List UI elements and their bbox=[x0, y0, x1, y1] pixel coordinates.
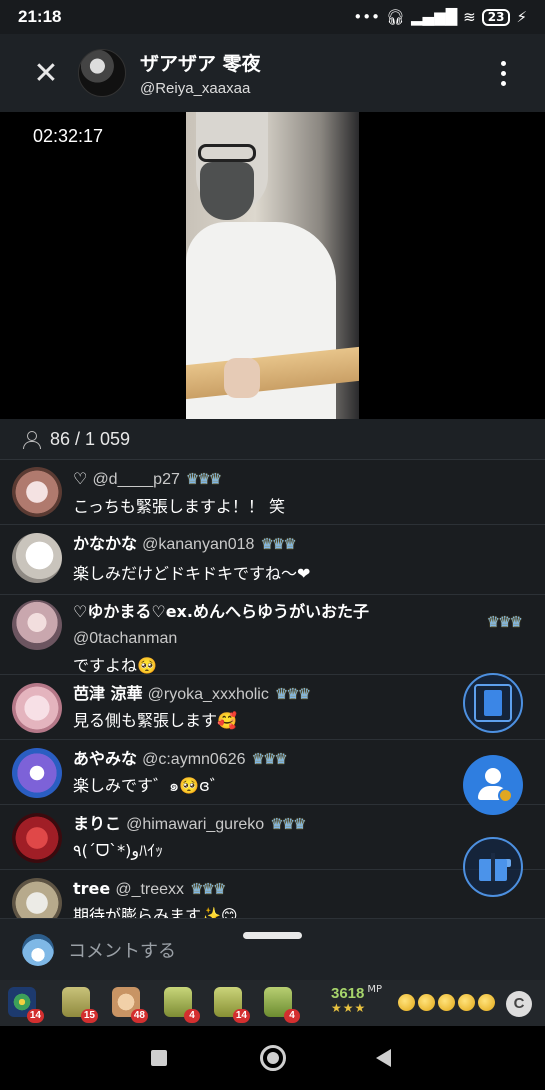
comment-name: ♡ゆかまる♡ex.めんへらゆうがいおた子 bbox=[73, 602, 369, 621]
status-time: 21:18 bbox=[18, 7, 62, 26]
coin-icon bbox=[398, 994, 415, 1011]
comment-text: こっちも緊張しますよ！！ 笑 bbox=[73, 497, 285, 516]
comment-name: 芭津 涼華 bbox=[73, 684, 143, 703]
comment-item[interactable]: ♡ @d____p27 ♛♛♛ こっちも緊張しますよ！！ 笑 bbox=[0, 460, 545, 525]
recents-icon[interactable] bbox=[151, 1050, 167, 1066]
avatar[interactable] bbox=[12, 748, 62, 798]
home-icon[interactable] bbox=[260, 1045, 286, 1071]
follow-button[interactable] bbox=[463, 755, 523, 815]
gift-count: 48 bbox=[130, 1009, 148, 1023]
crown-badge-icon: ♛♛♛ bbox=[486, 613, 523, 631]
gift-count: 4 bbox=[284, 1009, 300, 1023]
gift-count: 14 bbox=[232, 1009, 250, 1023]
gift-item-tea-100[interactable]: 15 bbox=[58, 985, 98, 1023]
coin-icon bbox=[458, 994, 475, 1011]
wifi-icon: ≋ bbox=[463, 8, 476, 26]
back-icon[interactable] bbox=[376, 1049, 391, 1067]
status-bar: 21:18 ••• 🎧︎ ▂▄▆█ ≋ 23 ⚡︎ bbox=[0, 0, 545, 34]
host-avatar[interactable] bbox=[78, 49, 126, 97]
crown-badge-icon: ♛♛♛ bbox=[270, 815, 306, 833]
comment-handle: @_treexx bbox=[115, 881, 185, 898]
mp-unit: MP bbox=[367, 983, 383, 995]
coin-button[interactable]: C bbox=[506, 991, 532, 1017]
crown-badge-icon: ♛♛♛ bbox=[185, 470, 222, 488]
gift-item-tea-10[interactable]: 4 bbox=[260, 985, 300, 1023]
close-button[interactable]: ✕ bbox=[26, 53, 66, 93]
headphones-icon: 🎧︎ bbox=[385, 8, 406, 26]
comment-text: 期待が膨らみます✨😊 bbox=[73, 906, 238, 918]
comment-text: 楽しみだけどドキドキですね〜❤ bbox=[73, 564, 311, 583]
host-name: ザアザア 零夜 bbox=[140, 53, 261, 75]
more-vertical-icon bbox=[500, 60, 506, 66]
comment-handle: @kananyan018 bbox=[142, 536, 255, 553]
coin-icon bbox=[478, 994, 495, 1011]
gift-count: 4 bbox=[184, 1009, 200, 1023]
live-video-area[interactable]: 02:32:17 bbox=[0, 112, 545, 419]
gift-item-tea[interactable]: 4 bbox=[160, 985, 200, 1023]
comment-item[interactable]: ♡ゆかまる♡ex.めんへらゆうがいおた子 @0tachanman ですよね🥺 ♛… bbox=[0, 595, 545, 675]
comment-name: まりこ bbox=[73, 814, 122, 833]
broadcast-header: ✕ ザアザア 零夜 @Reiya_xaaxaa bbox=[0, 34, 545, 112]
crown-badge-icon: ♛♛♛ bbox=[274, 685, 311, 703]
vertical-view-button[interactable] bbox=[463, 673, 523, 733]
status-icons: ••• 🎧︎ ▂▄▆█ ≋ 23 ⚡︎ bbox=[353, 8, 527, 26]
mp-value: 3618 bbox=[331, 985, 365, 1002]
comment-item[interactable]: かなかな @kananyan018 ♛♛♛ 楽しみだけどドキドキですね〜❤ bbox=[0, 525, 545, 595]
comment-name: あやみな bbox=[73, 749, 138, 768]
avatar[interactable] bbox=[12, 467, 62, 517]
more-dots-icon: ••• bbox=[353, 8, 380, 26]
broadcast-timer: 02:32:17 bbox=[33, 126, 104, 146]
video-frame[interactable] bbox=[186, 112, 359, 419]
avatar[interactable] bbox=[12, 533, 62, 583]
system-nav-bar bbox=[0, 1026, 545, 1090]
battery-icon: 23 bbox=[481, 8, 511, 26]
avatar[interactable] bbox=[12, 813, 62, 863]
avatar[interactable] bbox=[12, 878, 62, 918]
comment-input-bar[interactable]: コメントする bbox=[0, 918, 545, 980]
viewer-bar: 86 / 1 059 bbox=[0, 419, 545, 460]
crown-badge-icon: ♛♛♛ bbox=[260, 535, 296, 553]
comment-item[interactable]: tree @_treexx ♛♛♛ 期待が膨らみます✨😊 bbox=[0, 870, 545, 918]
gift-item-clap[interactable]: 48 bbox=[108, 985, 148, 1023]
host-handle: @Reiya_xaaxaa bbox=[140, 80, 251, 97]
my-avatar[interactable] bbox=[22, 933, 54, 966]
crown-badge-icon: ♛♛♛ bbox=[251, 750, 288, 768]
gift-count: 14 bbox=[26, 1009, 44, 1023]
gift-icon bbox=[479, 853, 507, 881]
comment-item[interactable]: あやみな @c:aymn0626 ♛♛♛ 楽しみです゛๑🥺ɞ゛ bbox=[0, 740, 545, 805]
comment-handle: @himawari_gureko bbox=[126, 816, 265, 833]
avatar[interactable] bbox=[12, 683, 62, 733]
crown-badge-icon: ♛♛♛ bbox=[190, 880, 226, 898]
gift-item-tea-50[interactable]: 14 bbox=[210, 985, 250, 1023]
charging-icon: ⚡︎ bbox=[516, 8, 527, 26]
mp-balance: 3618 MP ★★★ bbox=[331, 983, 382, 1015]
drag-handle[interactable] bbox=[243, 932, 302, 939]
user-icon bbox=[485, 768, 501, 784]
comment-input[interactable]: コメントする bbox=[68, 937, 176, 963]
person-icon bbox=[22, 430, 41, 449]
signal-icon: ▂▄▆█ bbox=[411, 8, 458, 26]
coin-icons bbox=[398, 994, 495, 1011]
comment-list[interactable]: ♡ @d____p27 ♛♛♛ こっちも緊張しますよ！！ 笑 かなかな @kana… bbox=[0, 460, 545, 918]
comment-handle: @ryoka_xxxholic bbox=[147, 686, 269, 703]
comment-handle: @0tachanman bbox=[73, 630, 178, 647]
gift-count: 15 bbox=[80, 1009, 98, 1023]
coin-icon bbox=[438, 994, 455, 1011]
close-icon: ✕ bbox=[33, 55, 59, 91]
coin-icon bbox=[418, 994, 435, 1011]
gift-button[interactable] bbox=[463, 837, 523, 897]
host-info[interactable]: ザアザア 零夜 @Reiya_xaaxaa bbox=[140, 49, 261, 97]
comment-name: かなかな bbox=[73, 534, 138, 553]
comment-handle: @c:aymn0626 bbox=[142, 751, 246, 768]
avatar[interactable] bbox=[12, 600, 62, 650]
comment-handle: @d____p27 bbox=[92, 471, 180, 488]
comment-name: ♡ bbox=[73, 469, 88, 488]
gift-bar[interactable]: 14 15 48 4 14 4 3618 MP ★★★ C bbox=[0, 980, 545, 1026]
mp-stars: ★★★ bbox=[331, 1001, 367, 1015]
check-badge-icon bbox=[498, 788, 513, 803]
viewer-count: 86 / 1 059 bbox=[50, 428, 131, 449]
more-options-button[interactable] bbox=[491, 53, 515, 93]
comment-name: tree bbox=[73, 879, 111, 898]
gift-item-firework[interactable]: 14 bbox=[4, 985, 44, 1023]
